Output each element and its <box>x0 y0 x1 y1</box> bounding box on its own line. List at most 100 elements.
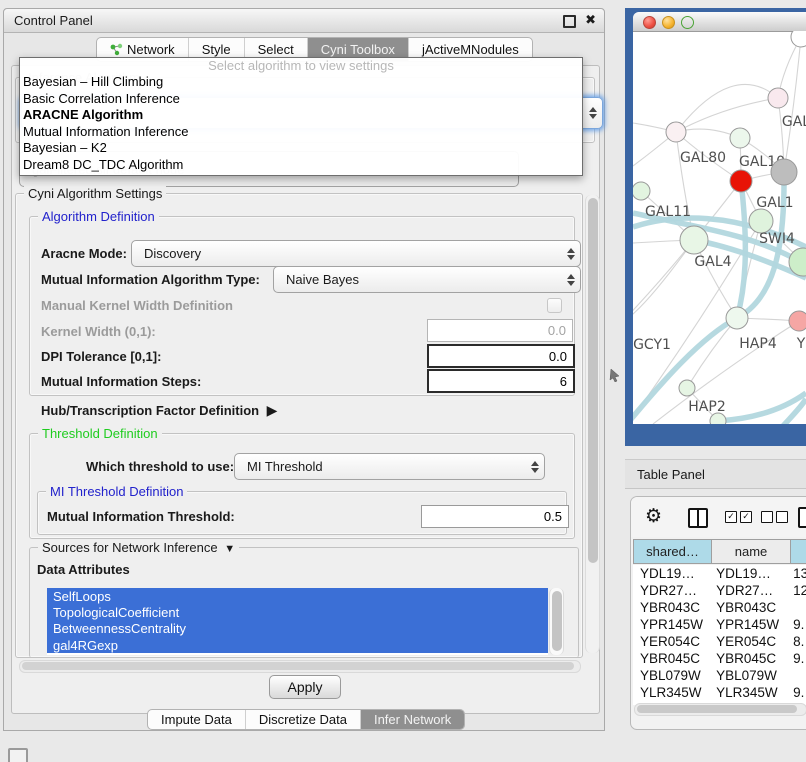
table-cell: YLR345W <box>633 685 709 700</box>
kernel-width-field[interactable]: 0.0 <box>427 319 573 342</box>
mi-threshold-group-title: MI Threshold Definition <box>46 484 187 499</box>
table-cell: 12 <box>786 583 806 598</box>
table-toolbar: ⚙ ✓✓ <box>631 497 806 537</box>
network-window-titlebar[interactable] <box>633 12 806 32</box>
table-cell: YER054C <box>709 634 786 649</box>
table-row[interactable]: YLR345WYLR345W9. <box>633 684 806 701</box>
mi-algorithm-label: Mutual Information Algorithm Type: <box>41 272 260 287</box>
network-node-gal4[interactable] <box>680 226 708 254</box>
network-canvas[interactable]: GALGAL80GAL10GAL11GAL1SWI4GAL4GCY1HAP4YH… <box>633 31 806 424</box>
table-hscrollbar-thumb[interactable] <box>637 705 797 713</box>
network-edge[interactable] <box>784 37 801 172</box>
table-row[interactable]: YBR043CYBR043C <box>633 599 806 616</box>
network-node-gal10[interactable] <box>730 128 750 148</box>
mi-steps-field[interactable]: 6 <box>427 369 575 393</box>
manual-kernel-checkbox[interactable] <box>547 298 562 313</box>
data-attributes-list[interactable]: SelfLoopsTopologicalCoefficientBetweenne… <box>47 588 548 655</box>
table-row[interactable]: YDR27…YDR27…12 <box>633 582 806 599</box>
table-cell: YPR145W <box>633 617 709 632</box>
aracne-mode-combo[interactable]: Discovery <box>131 240 581 267</box>
algorithm-option[interactable]: Mutual Information Inference <box>20 124 582 141</box>
column-header[interactable]: name <box>712 539 791 564</box>
column-header[interactable]: shared… <box>633 539 712 564</box>
mac-minimize-icon[interactable] <box>662 16 675 29</box>
bottom-tab-discretize-data[interactable]: Discretize Data <box>246 710 361 729</box>
column-header[interactable] <box>791 539 806 564</box>
mi-algorithm-combo[interactable]: Naive Bayes <box>273 266 581 293</box>
network-edge[interactable] <box>676 98 778 132</box>
split-columns-icon[interactable] <box>688 508 708 528</box>
attribute-item[interactable]: BetweennessCentrality <box>47 621 548 637</box>
network-node-y[interactable] <box>789 311 806 331</box>
uncheck-all-icon[interactable] <box>761 511 788 523</box>
table-cell: YBR045C <box>709 651 786 666</box>
mi-threshold-value: 0.5 <box>544 509 562 524</box>
bottom-tab-impute-data[interactable]: Impute Data <box>148 710 246 729</box>
mac-close-icon[interactable] <box>643 16 656 29</box>
which-threshold-combo[interactable]: MI Threshold <box>234 453 545 480</box>
network-view-window: GALGAL80GAL10GAL11GAL1SWI4GAL4GCY1HAP4YH… <box>633 12 806 424</box>
control-panel-title: Control Panel <box>14 13 93 28</box>
algorithm-option[interactable]: Bayesian – K2 <box>20 140 582 157</box>
float-icon[interactable] <box>563 15 576 28</box>
network-node-label: Y <box>796 336 806 352</box>
aracne-mode-label: Aracne Mode: <box>41 246 127 261</box>
algorithm-option[interactable]: Basic Correlation Inference <box>20 91 582 108</box>
network-node-hap2[interactable] <box>679 380 695 396</box>
table-panel-titlebar[interactable]: Table Panel <box>625 459 806 489</box>
table-cell: YBR043C <box>633 600 709 615</box>
network-node[interactable] <box>771 159 797 185</box>
algorithm-option[interactable]: ARACNE Algorithm <box>20 107 582 124</box>
dpi-tolerance-field[interactable]: 0.0 <box>427 344 575 368</box>
table-cell: YDR27… <box>709 583 786 598</box>
mac-zoom-icon[interactable] <box>681 16 694 29</box>
attribute-item[interactable]: gal4RGexp <box>47 637 548 653</box>
tab-label: Select <box>258 42 294 57</box>
control-panel-titlebar[interactable]: Control Panel ✖ <box>4 9 604 33</box>
attribute-item[interactable]: SelfLoops <box>47 588 548 604</box>
table-row[interactable]: YDL19…YDL19…13 <box>633 565 806 582</box>
bottom-tabbar: Impute DataDiscretize DataInfer Network <box>147 709 465 730</box>
table-cell: YBL079W <box>709 668 786 683</box>
gear-icon[interactable]: ⚙ <box>645 505 662 527</box>
table-row[interactable]: YER054CYER054C8. <box>633 633 806 650</box>
table-hscrollbar[interactable] <box>634 703 806 716</box>
mi-threshold-field[interactable]: 0.5 <box>421 505 569 528</box>
table-panel-box: ⚙ ✓✓ shared…name YDL19…YDL19…13YDR27…YDR… <box>630 496 806 730</box>
settings-hscrollbar-thumb[interactable] <box>22 662 574 670</box>
apply-button[interactable]: Apply <box>269 675 341 699</box>
page-icon[interactable] <box>798 507 806 528</box>
network-node[interactable] <box>730 170 752 192</box>
hub-definition-toggle[interactable]: Hub/Transcription Factor Definition ▶ <box>41 402 277 419</box>
table-row[interactable]: YBL079WYBL079W <box>633 667 806 684</box>
check-all-icon[interactable]: ✓✓ <box>725 511 752 523</box>
network-node-gal11[interactable] <box>633 182 650 200</box>
settings-hscrollbar[interactable] <box>19 660 581 673</box>
network-node-label: GAL80 <box>680 150 726 166</box>
attribute-item[interactable]: TopologicalCoefficient <box>47 604 548 620</box>
algorithm-option[interactable]: Dream8 DC_TDC Algorithm <box>20 157 582 174</box>
network-node-gal1[interactable] <box>749 209 773 233</box>
settings-vscrollbar-thumb[interactable] <box>588 198 598 563</box>
table-row[interactable]: YBR045CYBR045C9. <box>633 650 806 667</box>
attributes-vscrollbar-thumb[interactable] <box>552 591 562 651</box>
network-node-gal[interactable] <box>768 88 788 108</box>
settings-vscrollbar[interactable] <box>585 195 600 653</box>
network-edge[interactable] <box>633 240 694 322</box>
collapse-down-icon[interactable]: ▼ <box>221 543 235 555</box>
algorithm-option[interactable]: Bayesian – Hill Climbing <box>20 74 582 91</box>
network-node[interactable] <box>791 31 806 47</box>
which-threshold-label: Which threshold to use: <box>86 459 234 474</box>
bottom-tab-infer-network[interactable]: Infer Network <box>361 710 464 729</box>
table-cell: YDL19… <box>633 566 709 581</box>
collapsed-panel-icon[interactable] <box>8 748 28 762</box>
tab-label: jActiveMNodules <box>422 42 519 57</box>
network-node-gal80[interactable] <box>666 122 686 142</box>
close-icon[interactable]: ✖ <box>585 12 596 28</box>
mi-algorithm-value: Naive Bayes <box>286 272 359 287</box>
attributes-vscrollbar[interactable] <box>549 588 564 655</box>
network-node-hap4[interactable] <box>726 307 748 329</box>
table-row[interactable]: YPR145WYPR145W9. <box>633 616 806 633</box>
network-node[interactable] <box>710 413 726 424</box>
sources-title-text: Sources for Network Inference <box>42 540 218 555</box>
